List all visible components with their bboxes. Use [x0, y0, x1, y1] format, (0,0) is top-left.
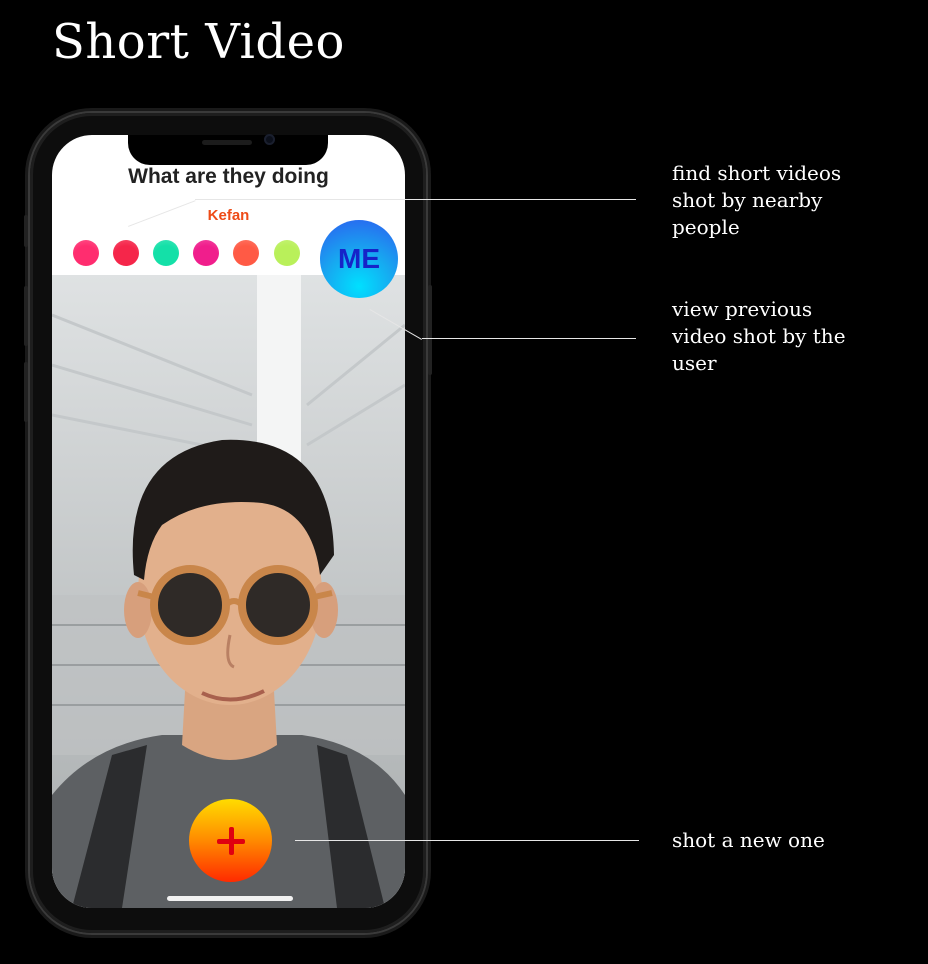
- annotation-new-line-1: shot a new one: [672, 828, 825, 852]
- annotation-previous-line-2: video shot by the: [672, 324, 846, 348]
- mute-switch: [24, 215, 28, 247]
- home-indicator[interactable]: [167, 896, 293, 901]
- nearby-user-bubble[interactable]: [193, 240, 219, 266]
- volume-up-button: [24, 286, 28, 346]
- annotation-line-nearby: [195, 199, 636, 200]
- nearby-user-bubble[interactable]: [274, 240, 300, 266]
- phone-screen: What are they doing Kefan ME: [52, 135, 405, 908]
- annotation-previous-line-1: view previous: [672, 297, 813, 321]
- earpiece-speaker: [202, 140, 252, 145]
- nearby-user-bubble[interactable]: [233, 240, 259, 266]
- app-header-title: What are they doing: [128, 165, 329, 188]
- page-title: Short Video: [52, 14, 345, 70]
- nearby-user-bubble[interactable]: [153, 240, 179, 266]
- front-camera: [264, 134, 275, 145]
- annotation-nearby-videos: find short videos shot by nearby people: [672, 160, 912, 241]
- me-button[interactable]: ME: [320, 220, 398, 298]
- annotation-nearby-line-2: shot by nearby: [672, 188, 823, 212]
- nearby-user-bubble[interactable]: [73, 240, 99, 266]
- volume-down-button: [24, 362, 28, 422]
- me-button-label: ME: [338, 243, 380, 274]
- annotation-new-video: shot a new one: [672, 827, 912, 854]
- plus-icon: [216, 826, 245, 855]
- record-new-video-button[interactable]: [189, 799, 272, 882]
- annotation-previous-line-3: user: [672, 351, 717, 375]
- power-button: [428, 285, 432, 375]
- annotation-nearby-line-1: find short videos: [672, 161, 842, 185]
- annotation-line-previous: [422, 338, 636, 339]
- nearby-user-bubble[interactable]: [113, 240, 139, 266]
- annotation-previous-video: view previous video shot by the user: [672, 296, 912, 377]
- annotation-line-new: [295, 840, 639, 841]
- annotation-nearby-line-3: people: [672, 215, 740, 239]
